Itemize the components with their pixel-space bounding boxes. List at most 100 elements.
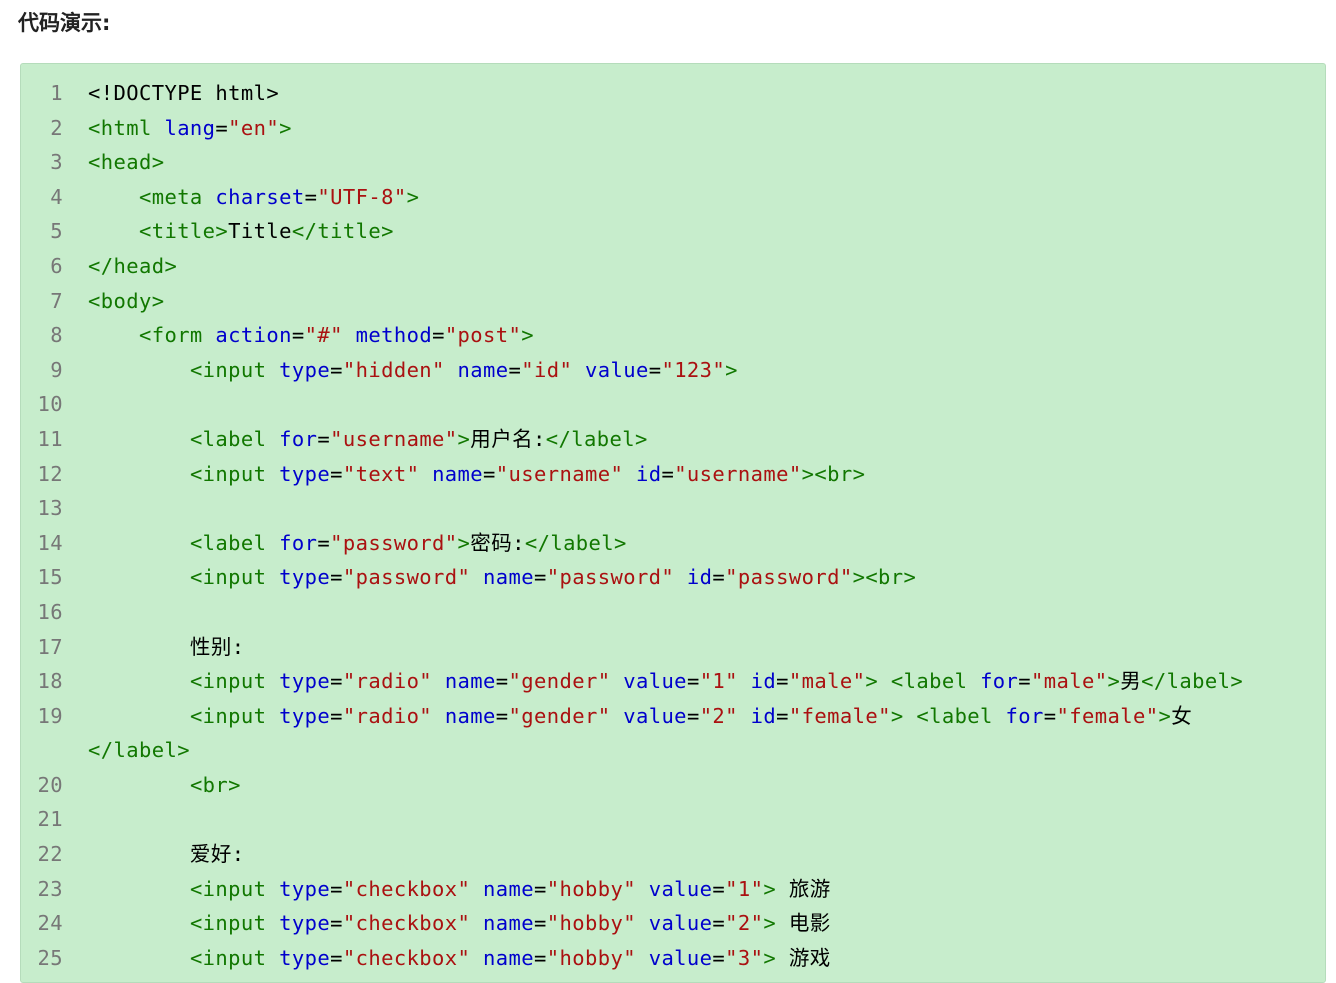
- code-text: =: [291, 323, 305, 348]
- code-tag: </label>: [1141, 669, 1244, 694]
- code-line: 12 <input type="text" name="username" id…: [21, 457, 1325, 492]
- code-text: 爱好:: [88, 842, 245, 867]
- code-text: =: [712, 911, 726, 936]
- code-attribute: value: [648, 945, 713, 970]
- code-text: 男: [1120, 669, 1142, 694]
- code-string: "gender": [508, 669, 611, 694]
- code-attribute: id: [635, 461, 662, 486]
- code-attribute: charset: [215, 184, 305, 209]
- code-line: 22 爱好:: [21, 837, 1325, 872]
- code-line-content: <label for="password">密码:</label>: [88, 526, 627, 561]
- line-number: 11: [37, 426, 63, 451]
- code-tag: >: [457, 530, 471, 555]
- code-string: "2": [699, 703, 738, 728]
- code-line-content: </head>: [88, 249, 177, 284]
- line-number: 4: [50, 184, 63, 209]
- code-tag: >: [763, 945, 777, 970]
- line-number: 15: [37, 565, 63, 590]
- code-attribute: value: [648, 911, 713, 936]
- line-number: 18: [37, 669, 63, 694]
- code-line-content: <title>Title</title>: [88, 214, 394, 249]
- code-tag: <input: [189, 669, 280, 694]
- code-lines: 1 <!DOCTYPE html> 2 <html lang="en"> 3 <head>…: [21, 76, 1325, 975]
- code-tag: </label>: [88, 738, 190, 763]
- code-line: 2 <html lang="en">: [21, 111, 1325, 146]
- code-attribute: type: [279, 703, 331, 728]
- code-attribute: type: [279, 565, 331, 590]
- line-number: 24: [37, 911, 63, 936]
- code-tag: >: [406, 184, 420, 209]
- code-line: 8 <form action="#" method="post">: [21, 318, 1325, 353]
- line-number: 12: [37, 461, 63, 486]
- line-number: 14: [37, 530, 63, 555]
- code-string: "password": [546, 565, 675, 590]
- code-text: 旅游: [776, 876, 831, 901]
- code-attribute: type: [279, 461, 331, 486]
- code-attribute: name: [444, 703, 496, 728]
- code-text: =: [534, 911, 547, 936]
- code-text: =: [686, 703, 700, 728]
- code-text: =: [508, 357, 522, 382]
- code-tag: </head>: [88, 253, 178, 278]
- code-line-content: <html lang="en">: [88, 111, 292, 146]
- code-attribute: for: [279, 426, 318, 451]
- code-text: 性别:: [88, 634, 245, 659]
- code-attribute: name: [483, 565, 534, 590]
- code-tag: <label: [890, 669, 981, 694]
- line-number: 23: [37, 876, 63, 901]
- code-text: =: [330, 669, 343, 694]
- code-line-content: <head>: [88, 145, 164, 180]
- code-string: "3": [725, 945, 764, 970]
- code-string: "en": [228, 115, 280, 140]
- code-attribute: action: [215, 323, 292, 348]
- code-tag: <input: [189, 945, 280, 970]
- code-attribute: name: [444, 669, 496, 694]
- code-text: =: [330, 876, 343, 901]
- code-text: =: [534, 876, 547, 901]
- code-attribute: id: [750, 669, 777, 694]
- code-string: "username": [330, 426, 458, 451]
- code-attribute: value: [623, 703, 687, 728]
- line-number: 1: [50, 81, 63, 105]
- code-text: Title: [228, 219, 292, 244]
- code-line: 15 <input type="password" name="password…: [21, 560, 1325, 595]
- code-tag: <input: [189, 876, 280, 901]
- code-line-content: <body>: [88, 284, 164, 319]
- line-number: 17: [37, 634, 63, 659]
- code-attribute: name: [483, 911, 534, 936]
- code-line-content: <form action="#" method="post">: [88, 318, 534, 353]
- code-text: =: [330, 945, 343, 970]
- code-line: 23 <input type="checkbox" name="hobby" v…: [21, 872, 1325, 907]
- line-number: 16: [37, 599, 63, 624]
- code-attribute: value: [623, 669, 687, 694]
- code-string: "password": [330, 530, 458, 555]
- code-text: =: [495, 669, 509, 694]
- code-line-content: <meta charset="UTF-8">: [88, 180, 419, 215]
- code-attribute: name: [483, 876, 534, 901]
- code-tag: >: [279, 115, 292, 140]
- code-line-content: </label>: [88, 733, 190, 768]
- code-line: 9 <input type="hidden" name="id" value="…: [21, 353, 1325, 388]
- code-line-content: 性别:: [88, 630, 244, 665]
- line-number: 21: [37, 807, 63, 832]
- code-text: =: [330, 461, 343, 486]
- code-text: 女: [1171, 703, 1193, 728]
- line-number: 22: [37, 842, 63, 867]
- code-tag: <body>: [88, 288, 165, 313]
- code-string: "male": [788, 669, 866, 694]
- code-string: "female": [788, 703, 891, 728]
- code-line-content: <input type="radio" name="gender" value=…: [88, 664, 1243, 699]
- code-attribute: type: [279, 357, 331, 382]
